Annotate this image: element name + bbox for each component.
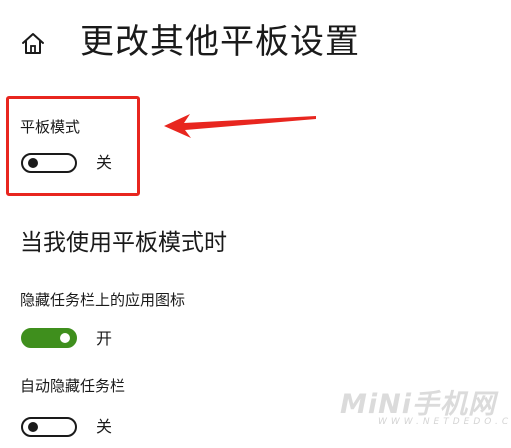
toggle-knob bbox=[28, 158, 38, 168]
settings-page: 更改其他平板设置 平板模式 关 当我使用平板模式时 隐藏任务栏上的应用图标 开 … bbox=[0, 0, 511, 448]
watermark-url: WWW.NETDEDO.COM bbox=[378, 417, 511, 427]
auto-hide-taskbar-toggle[interactable] bbox=[21, 417, 77, 437]
toggle-knob bbox=[60, 333, 70, 343]
auto-hide-taskbar-label: 自动隐藏任务栏 bbox=[20, 377, 126, 395]
highlight-annotation-box bbox=[6, 96, 140, 196]
toggle-knob bbox=[28, 422, 38, 432]
home-icon[interactable] bbox=[20, 31, 46, 57]
watermark-logo: MiNi手机网 bbox=[340, 389, 496, 420]
auto-hide-taskbar-state-text: 关 bbox=[96, 417, 113, 436]
hide-taskbar-icons-toggle[interactable] bbox=[21, 328, 77, 348]
tablet-mode-state-text: 关 bbox=[96, 153, 113, 172]
hide-taskbar-icons-label: 隐藏任务栏上的应用图标 bbox=[20, 291, 186, 309]
tablet-mode-label: 平板模式 bbox=[20, 118, 81, 136]
red-arrow-annotation bbox=[164, 114, 316, 138]
section-heading: 当我使用平板模式时 bbox=[20, 230, 227, 256]
hide-taskbar-icons-state-text: 开 bbox=[96, 329, 113, 348]
tablet-mode-toggle[interactable] bbox=[21, 153, 77, 173]
page-title: 更改其他平板设置 bbox=[80, 22, 360, 62]
